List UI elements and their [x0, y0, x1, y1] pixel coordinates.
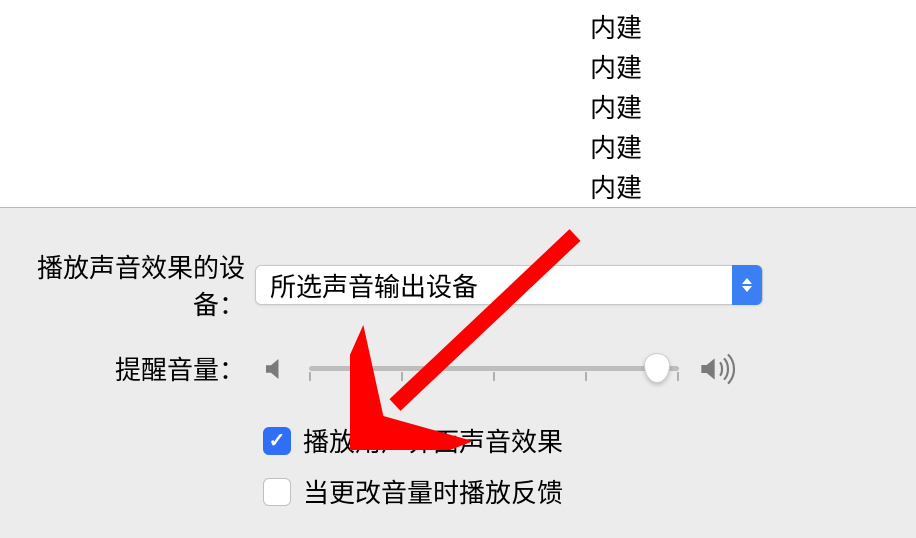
list-item[interactable]: 内建: [590, 128, 642, 168]
sound-effects-device-dropdown[interactable]: 所选声音输出设备: [255, 265, 763, 305]
list-item[interactable]: 内建: [590, 168, 642, 208]
alert-volume-label: 提醒音量：: [0, 350, 255, 387]
slider-ticks: [309, 372, 679, 381]
slider-track: [309, 366, 679, 371]
sound-effects-device-label: 播放声音效果的设备：: [0, 248, 255, 322]
dropdown-selected-value: 所选声音输出设备: [256, 267, 732, 304]
list-item[interactable]: 内建: [590, 8, 642, 48]
speaker-low-icon: [261, 354, 291, 384]
list-item[interactable]: 内建: [590, 88, 642, 128]
feedback-on-volume-change-checkbox[interactable]: [263, 478, 291, 506]
dropdown-stepper-icon: [732, 265, 762, 305]
checkmark-icon: ✓: [269, 431, 286, 451]
speaker-high-icon: [697, 353, 743, 385]
feedback-on-volume-change-label: 当更改音量时播放反馈: [303, 473, 563, 510]
device-type-list: 内建 内建 内建 内建 内建: [0, 0, 916, 208]
play-ui-sounds-label: 播放用户界面声音效果: [303, 422, 563, 459]
alert-volume-slider[interactable]: [309, 354, 679, 384]
list-item[interactable]: 内建: [590, 48, 642, 88]
play-ui-sounds-checkbox[interactable]: ✓: [263, 427, 291, 455]
